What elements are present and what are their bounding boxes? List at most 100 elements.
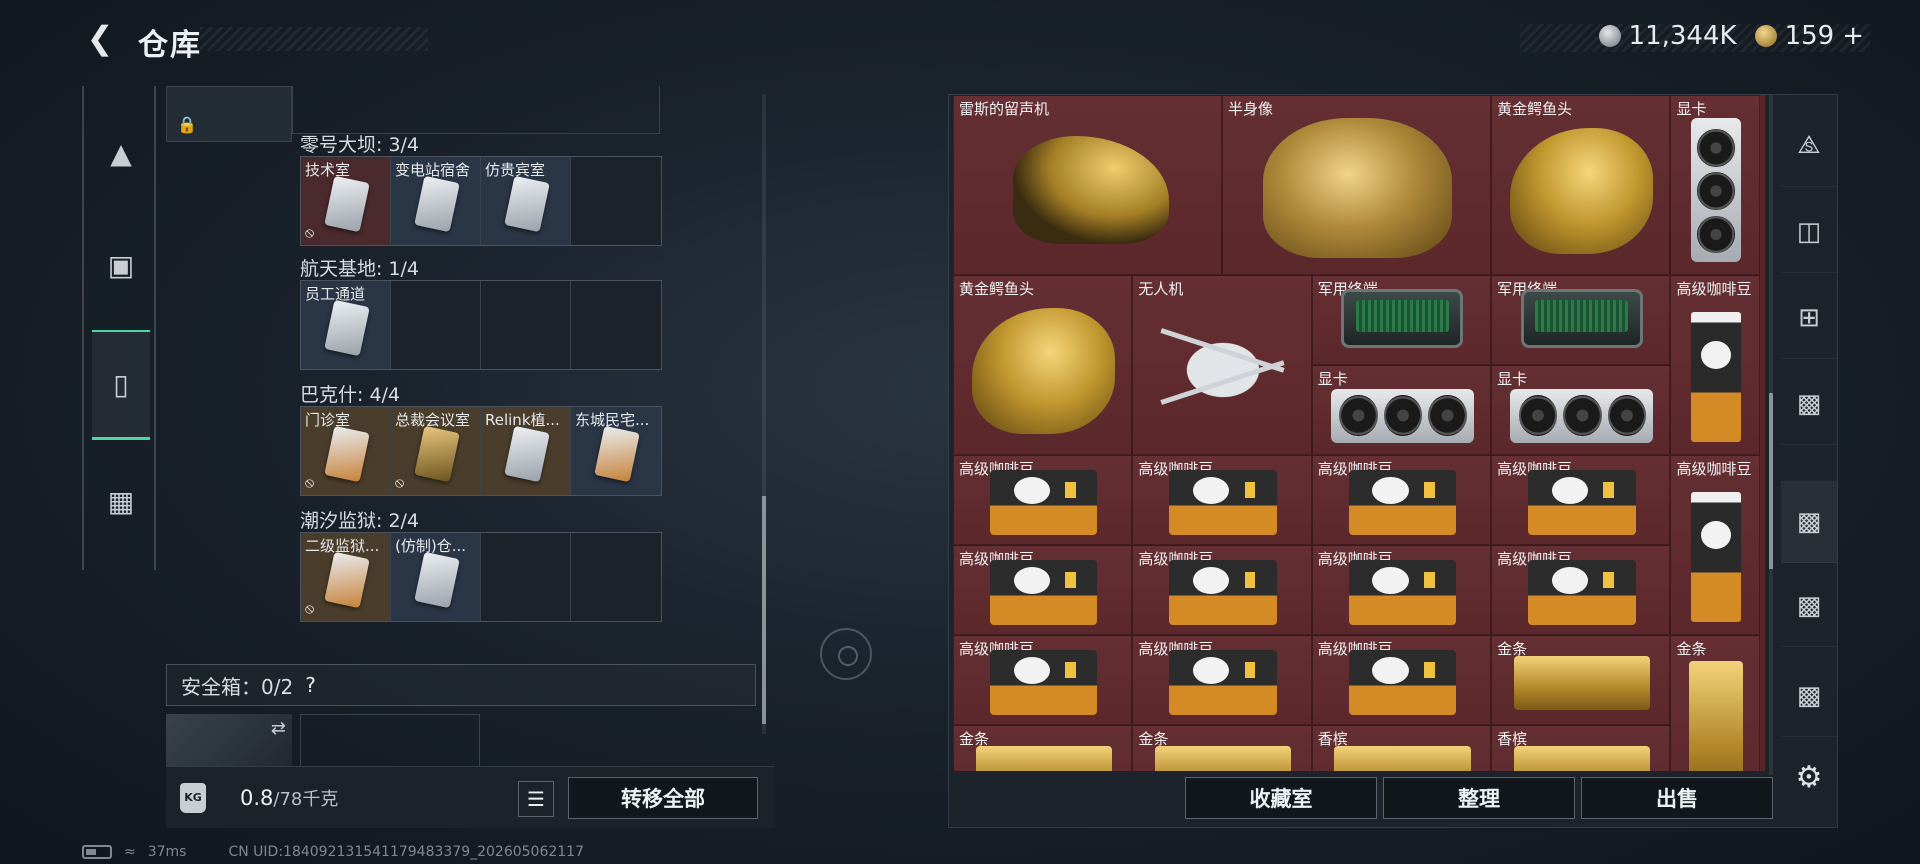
- storage-ii-icon: ◫: [1796, 216, 1822, 247]
- item-cell[interactable]: 高级咖啡豆: [1132, 545, 1312, 635]
- key-card-slot[interactable]: 技术室 ⦸: [301, 157, 391, 245]
- coffee-bag-icon: [1527, 560, 1636, 626]
- item-cell[interactable]: 金条: [1491, 635, 1671, 725]
- coffee-tag: [1603, 482, 1614, 498]
- key-card-slot[interactable]: 仿贵宾室: [481, 157, 571, 245]
- key-card-slot[interactable]: 总裁会议室 ⦸: [391, 407, 481, 495]
- item-cell[interactable]: 高级咖啡豆: [1491, 455, 1671, 545]
- coffee-bag-icon: [1348, 470, 1457, 536]
- item-cell[interactable]: 香槟: [1491, 725, 1671, 771]
- key-card-slot[interactable]: 门诊室 ⦸: [301, 407, 391, 495]
- tab-storage-ii[interactable]: ◫: [1781, 191, 1837, 273]
- tab-storage-ii-plus[interactable]: ⊞: [1781, 277, 1837, 359]
- organize-button[interactable]: 整理: [1383, 777, 1575, 819]
- item-cell[interactable]: 显卡: [1670, 95, 1761, 275]
- tab-weapons[interactable]: ▲: [92, 124, 150, 182]
- list-view-button[interactable]: ☰: [518, 781, 554, 817]
- key-card-slot[interactable]: 员工通道: [301, 281, 391, 369]
- item-cell[interactable]: 高级咖啡豆: [1311, 455, 1492, 545]
- keycard-icon: [414, 425, 460, 483]
- keycard-icon: [504, 175, 550, 233]
- coffee-tag: [1065, 572, 1076, 588]
- key-card-slot[interactable]: 东城民宅...: [571, 407, 661, 495]
- status-footer: ≈ 37ms CN UID:184092131541179483379_2026…: [82, 844, 584, 860]
- empty-key-slot[interactable]: [571, 281, 661, 369]
- item-cell[interactable]: 无人机: [1132, 275, 1312, 455]
- gold-bar-icon: [1334, 745, 1471, 771]
- item-cell[interactable]: 雷斯的留声机: [953, 95, 1223, 275]
- empty-key-slot[interactable]: [481, 533, 571, 621]
- item-cell[interactable]: 高级咖啡豆: [1670, 275, 1761, 455]
- left-scrollbar-thumb[interactable]: [762, 496, 766, 724]
- right-scrollbar-thumb[interactable]: [1769, 393, 1773, 569]
- swap-icon[interactable]: ⇄: [271, 718, 286, 739]
- transfer-all-button[interactable]: 转移全部: [568, 777, 758, 819]
- item-cell[interactable]: 军用终端: [1491, 275, 1671, 365]
- item-cell[interactable]: 黄金鳄鱼头: [953, 275, 1133, 455]
- item-cell[interactable]: 香槟: [1311, 725, 1492, 771]
- keycard-icon: [324, 299, 370, 357]
- item-cell[interactable]: 高级咖啡豆: [1132, 635, 1312, 725]
- item-cell[interactable]: 高级咖啡豆: [1670, 455, 1761, 635]
- item-cell[interactable]: 高级咖啡豆: [1491, 545, 1671, 635]
- empty-key-slot[interactable]: [481, 281, 571, 369]
- tab-backpack[interactable]: ▣: [92, 236, 150, 294]
- empty-key-slot[interactable]: [571, 533, 661, 621]
- tab-briefcase[interactable]: ▦: [92, 472, 150, 530]
- gold-currency-value: 159: [1784, 21, 1835, 51]
- item-cell[interactable]: 高级咖啡豆: [953, 545, 1133, 635]
- item-cell[interactable]: 高级咖啡豆: [953, 635, 1133, 725]
- gear-icon[interactable]: ⚙: [1781, 757, 1837, 797]
- tab-all-storage[interactable]: ⧌: [1781, 105, 1837, 187]
- item-cell[interactable]: 金条: [1670, 635, 1761, 771]
- tab-storage-iv-c[interactable]: ▩: [1781, 655, 1837, 737]
- collection-room-button[interactable]: 收藏室: [1185, 777, 1377, 819]
- storage-tabs: ⧌ ◫ ⊞ ▩ ▩ ▩ ▩: [1781, 95, 1837, 771]
- no-extract-icon: ⦸: [395, 475, 405, 491]
- item-grid[interactable]: 雷斯的留声机半身像黄金鳄鱼头显卡黄金鳄鱼头无人机军用终端军用终端高级咖啡豆显卡显…: [953, 95, 1765, 771]
- item-cell[interactable]: 高级咖啡豆: [1311, 545, 1492, 635]
- coffee-tag: [1603, 572, 1614, 588]
- coffee-label: [1372, 476, 1409, 505]
- battery-icon: [82, 845, 112, 859]
- tab-storage-v[interactable]: ▩: [1781, 481, 1837, 563]
- fan-icon: [1697, 129, 1736, 167]
- coffee-label: [1701, 340, 1732, 369]
- key-slot-row: 门诊室 ⦸ 总裁会议室 ⦸ Relink植... 东城民宅...: [300, 406, 662, 496]
- item-cell[interactable]: 显卡: [1311, 365, 1492, 455]
- key-card-slot[interactable]: (仿制)仓...: [391, 533, 481, 621]
- key-card-name: 仿贵宾室: [485, 161, 546, 179]
- item-cell[interactable]: 黄金鳄鱼头: [1491, 95, 1671, 275]
- key-case-scroll-area[interactable]: 🔒 零号大坝: 3/4 技术室 ⦸ 变电站宿舍 仿贵宾室 航天基地: 1/4 员工通道 巴克什…: [166, 86, 766, 738]
- item-cell[interactable]: 半身像: [1222, 95, 1492, 275]
- tab-storage-iv-b[interactable]: ▩: [1781, 565, 1837, 647]
- item-name: 金条: [1676, 640, 1707, 658]
- key-card-slot[interactable]: Relink植...: [481, 407, 571, 495]
- item-cell[interactable]: 金条: [953, 725, 1133, 771]
- help-icon[interactable]: ?: [305, 673, 316, 697]
- key-card-slot[interactable]: 变电站宿舍: [391, 157, 481, 245]
- add-currency-icon[interactable]: +: [1842, 21, 1864, 51]
- item-cell[interactable]: 金条: [1132, 725, 1312, 771]
- key-card-slot[interactable]: 二级监狱... ⦸: [301, 533, 391, 621]
- item-cell[interactable]: 高级咖啡豆: [1311, 635, 1492, 725]
- gold-bar-icon: [1513, 655, 1650, 710]
- gold-currency[interactable]: 159 +: [1754, 21, 1864, 51]
- item-cell[interactable]: 高级咖啡豆: [953, 455, 1133, 545]
- item-cell[interactable]: 高级咖啡豆: [1132, 455, 1312, 545]
- back-arrow-icon[interactable]: ❮: [82, 19, 118, 57]
- lock-icon: 🔒: [177, 115, 197, 134]
- coffee-label: [1372, 566, 1409, 595]
- tab-storage-iv[interactable]: ▩: [1781, 363, 1837, 445]
- sell-button[interactable]: 出售: [1581, 777, 1773, 819]
- coffee-label: [1013, 656, 1051, 685]
- keycard-icon: [414, 551, 460, 609]
- item-cell[interactable]: 显卡: [1491, 365, 1671, 455]
- empty-key-slot[interactable]: [571, 157, 661, 245]
- tab-vest[interactable]: ▯: [92, 330, 150, 440]
- item-cell[interactable]: 军用终端: [1311, 275, 1492, 365]
- empty-key-slot[interactable]: [391, 281, 481, 369]
- coffee-bag-icon: [1169, 470, 1277, 536]
- weight-readout: 0.8/78千克: [240, 785, 338, 811]
- top-header: ❮ 仓库 11,344K 159 +: [0, 0, 1920, 80]
